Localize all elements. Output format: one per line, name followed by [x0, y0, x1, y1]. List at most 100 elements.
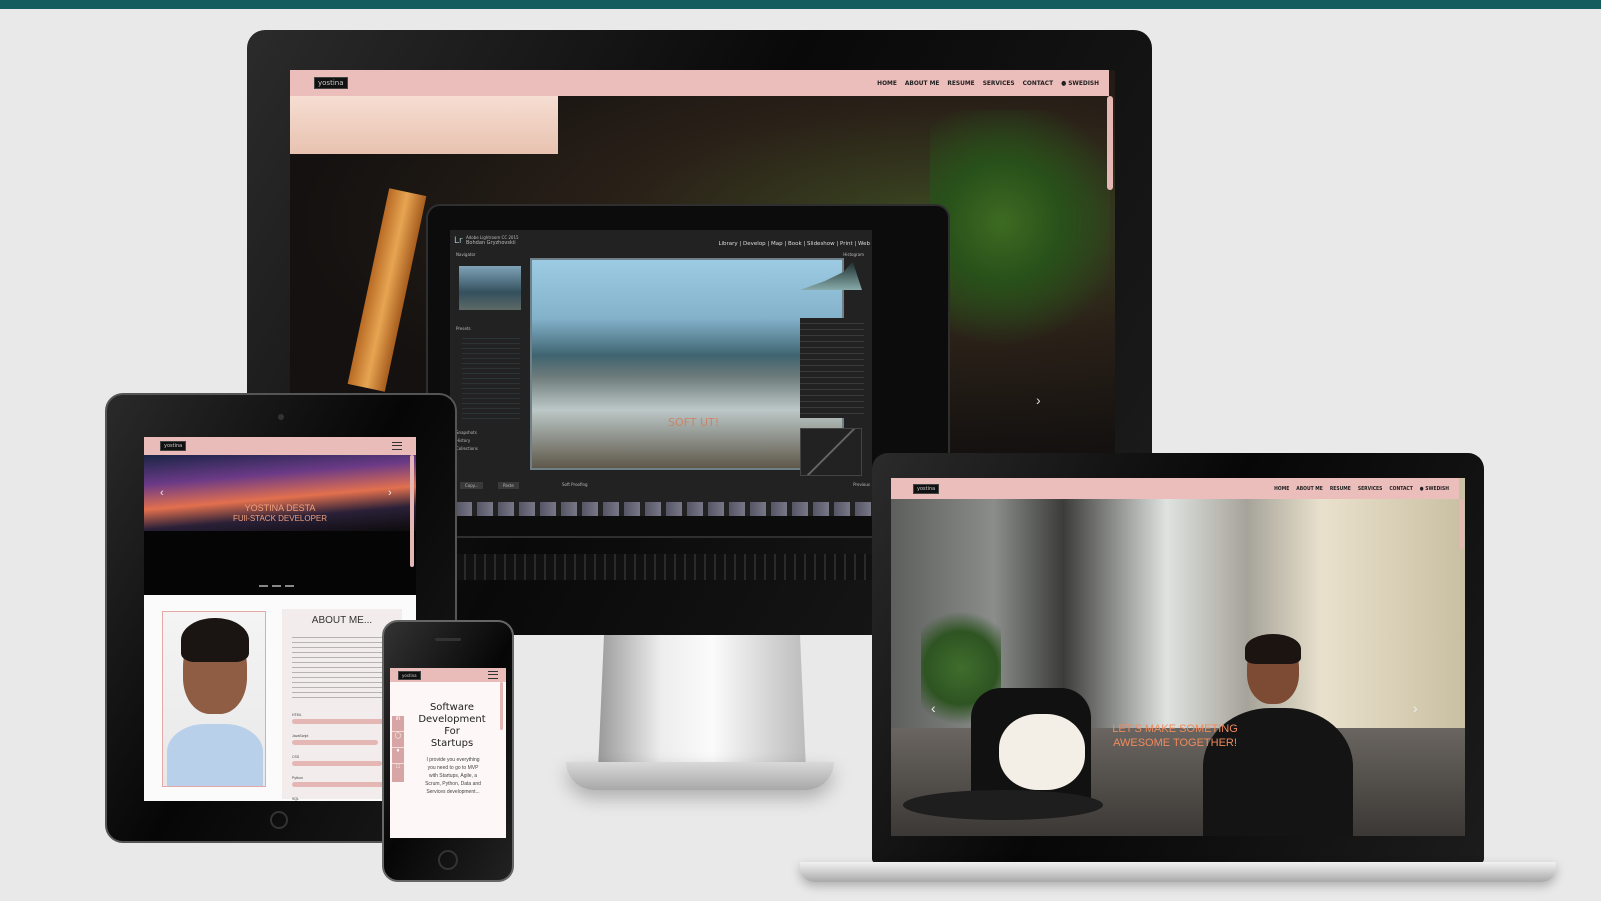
laptop-nav-links: HOME ABOUT ME RESUME SERVICES CONTACT ● … [1274, 486, 1449, 492]
portrait-hair [181, 618, 249, 662]
phone-menu-icon[interactable] [488, 671, 498, 679]
tablet-scrollbar[interactable] [410, 455, 414, 567]
tablet-home-button[interactable] [270, 811, 288, 829]
tablet-logo[interactable]: yostina [160, 441, 187, 451]
nav-home[interactable]: HOME [877, 79, 897, 87]
monitor-stand-neck [598, 630, 806, 770]
laptop-scrollbar[interactable] [1459, 499, 1464, 549]
lr-user-line2: Bohdan Gryzhovskii [466, 240, 516, 246]
skill-label: JavaScript [292, 734, 309, 738]
laptop-screen: yostina HOME ABOUT ME RESUME SERVICES CO… [891, 478, 1465, 836]
lr-history[interactable]: History [456, 438, 470, 443]
about-text-block [292, 633, 394, 701]
lr-collections[interactable]: Collections [456, 446, 478, 451]
nav-about-me[interactable]: ABOUT ME [905, 79, 940, 87]
tablet-carousel-dots[interactable] [259, 585, 295, 587]
phone-logo[interactable]: yostina [398, 670, 421, 680]
nav-home[interactable]: HOME [1274, 486, 1289, 492]
skill-bar [292, 761, 382, 766]
monitor-scrollbar[interactable] [1107, 96, 1113, 190]
monitor-navbar: yostina HOME ABOUT ME RESUME SERVICES CO… [290, 70, 1109, 96]
service-title-line: Startups [430, 738, 474, 749]
phone-screen: yostina in ◯ ♦ □ Software Development Fo… [390, 668, 506, 838]
lr-paste-button[interactable]: Paste [498, 482, 519, 489]
nav-contact[interactable]: CONTACT [1023, 79, 1053, 87]
hero-overlay-text: SOFT UT! [668, 416, 720, 429]
lightroom-window: Lr Adobe Lightroom CC 2015 Bohdan Gryzho… [450, 230, 872, 516]
laptop-navbar: yostina HOME ABOUT ME RESUME SERVICES CO… [891, 478, 1459, 499]
tablet-hero-role: FUll-STACK DEVELOPER [232, 514, 328, 523]
nav-about-me[interactable]: ABOUT ME [1296, 486, 1323, 492]
nav-services[interactable]: SERVICES [983, 79, 1015, 87]
tablet-menu-icon[interactable] [392, 442, 402, 450]
laptop-logo[interactable]: yostina [913, 483, 940, 494]
lr-navigator-title: Navigator [456, 252, 476, 257]
tablet-navbar: yostina [144, 437, 416, 455]
nav-links: HOME ABOUT ME RESUME SERVICES CONTACT ● … [877, 79, 1099, 87]
service-title-line: Software [429, 702, 475, 713]
plant-leaves [930, 110, 1110, 390]
lr-soft-proofing[interactable]: Soft Proofing [562, 482, 588, 487]
tablet-camera [278, 414, 284, 420]
laptop-next-arrow[interactable]: › [1413, 700, 1418, 716]
hero-laptop-keyboard [456, 554, 872, 580]
skill-label: HTML [292, 713, 302, 717]
github-icon[interactable]: ◯ [392, 732, 404, 748]
instagram-icon[interactable]: □ [392, 764, 404, 779]
phone-scrollbar[interactable] [500, 682, 503, 730]
twitter-icon[interactable]: ♦ [392, 748, 404, 764]
nav-services[interactable]: SERVICES [1358, 486, 1383, 492]
lr-presets-list [462, 334, 520, 422]
lr-module-picker[interactable]: Library | Develop | Map | Book | Slidesh… [718, 241, 870, 247]
tablet-next-arrow[interactable]: › [388, 487, 392, 499]
nav-language-label: SWEDISH [1068, 79, 1099, 87]
skill-label: CSS [292, 755, 300, 759]
hero-line-2: AWESOME TOGETHER! [1113, 737, 1237, 749]
phone-home-button[interactable] [438, 850, 458, 870]
tablet-screen: yostina YOSTINA DESTA FUll-STACK DEVELOP… [144, 437, 416, 801]
laptop-base [800, 862, 1556, 882]
tablet-hero: YOSTINA DESTA FUll-STACK DEVELOPER ‹ › [144, 455, 416, 595]
nav-resume[interactable]: RESUME [947, 79, 974, 87]
nav-language[interactable]: ● SWEDISH [1420, 486, 1449, 492]
tablet-prev-arrow[interactable]: ‹ [160, 487, 164, 499]
phone-social-sidebar: in ◯ ♦ □ [392, 716, 404, 782]
laptop-hero-text: LET'S MAKE SOMETING AWESOME TOGETHER! [1071, 722, 1279, 750]
lr-copy-button[interactable]: Copy... [460, 482, 484, 489]
lr-develop-sliders[interactable] [800, 318, 864, 418]
carousel-next-arrow[interactable]: › [1036, 392, 1041, 408]
linkedin-icon[interactable]: in [392, 716, 404, 732]
skill-list: HTML JavaScript CSS Python SQL [292, 713, 396, 801]
tablet-about-photo [162, 611, 266, 787]
lr-logo: Lr [454, 236, 463, 246]
service-title-line: For [444, 726, 460, 737]
hero-line-1: LET'S MAKE SOMETING [1112, 723, 1238, 735]
lr-filmstrip[interactable] [456, 502, 872, 516]
nav-contact[interactable]: CONTACT [1389, 486, 1412, 492]
skill-label: SQL [292, 797, 300, 801]
about-title: ABOUT ME... [311, 615, 373, 626]
nav-language-label: SWEDISH [1425, 485, 1449, 492]
nav-language[interactable]: ● SWEDISH [1061, 79, 1099, 87]
lr-histogram-title: Histogram [843, 252, 864, 257]
nav-resume[interactable]: RESUME [1330, 486, 1351, 492]
site-logo[interactable]: yostina [314, 77, 348, 89]
lr-main-photo [530, 258, 844, 470]
lr-previous-button[interactable]: Previous [853, 482, 870, 487]
monitor-stand-base [566, 762, 834, 790]
lr-tone-curve[interactable] [800, 428, 862, 476]
service-title-line: Development [418, 714, 486, 725]
skill-bar [292, 782, 386, 787]
laptop-prev-arrow[interactable]: ‹ [931, 700, 936, 716]
lr-snapshots[interactable]: Snapshots [456, 430, 477, 435]
lr-navigator-thumb [459, 266, 521, 310]
tablet-hero-name: YOSTINA DESTA [244, 503, 316, 513]
skill-bar [292, 740, 378, 745]
lamp-shade [290, 96, 558, 154]
top-accent-bar [0, 0, 1601, 9]
lr-presets-title: Presets [456, 326, 471, 331]
phone-service-body: I provide you everything you need to go … [425, 757, 481, 795]
phone-speaker [435, 638, 461, 641]
skill-bar [292, 719, 388, 724]
portrait-shirt [167, 724, 263, 786]
